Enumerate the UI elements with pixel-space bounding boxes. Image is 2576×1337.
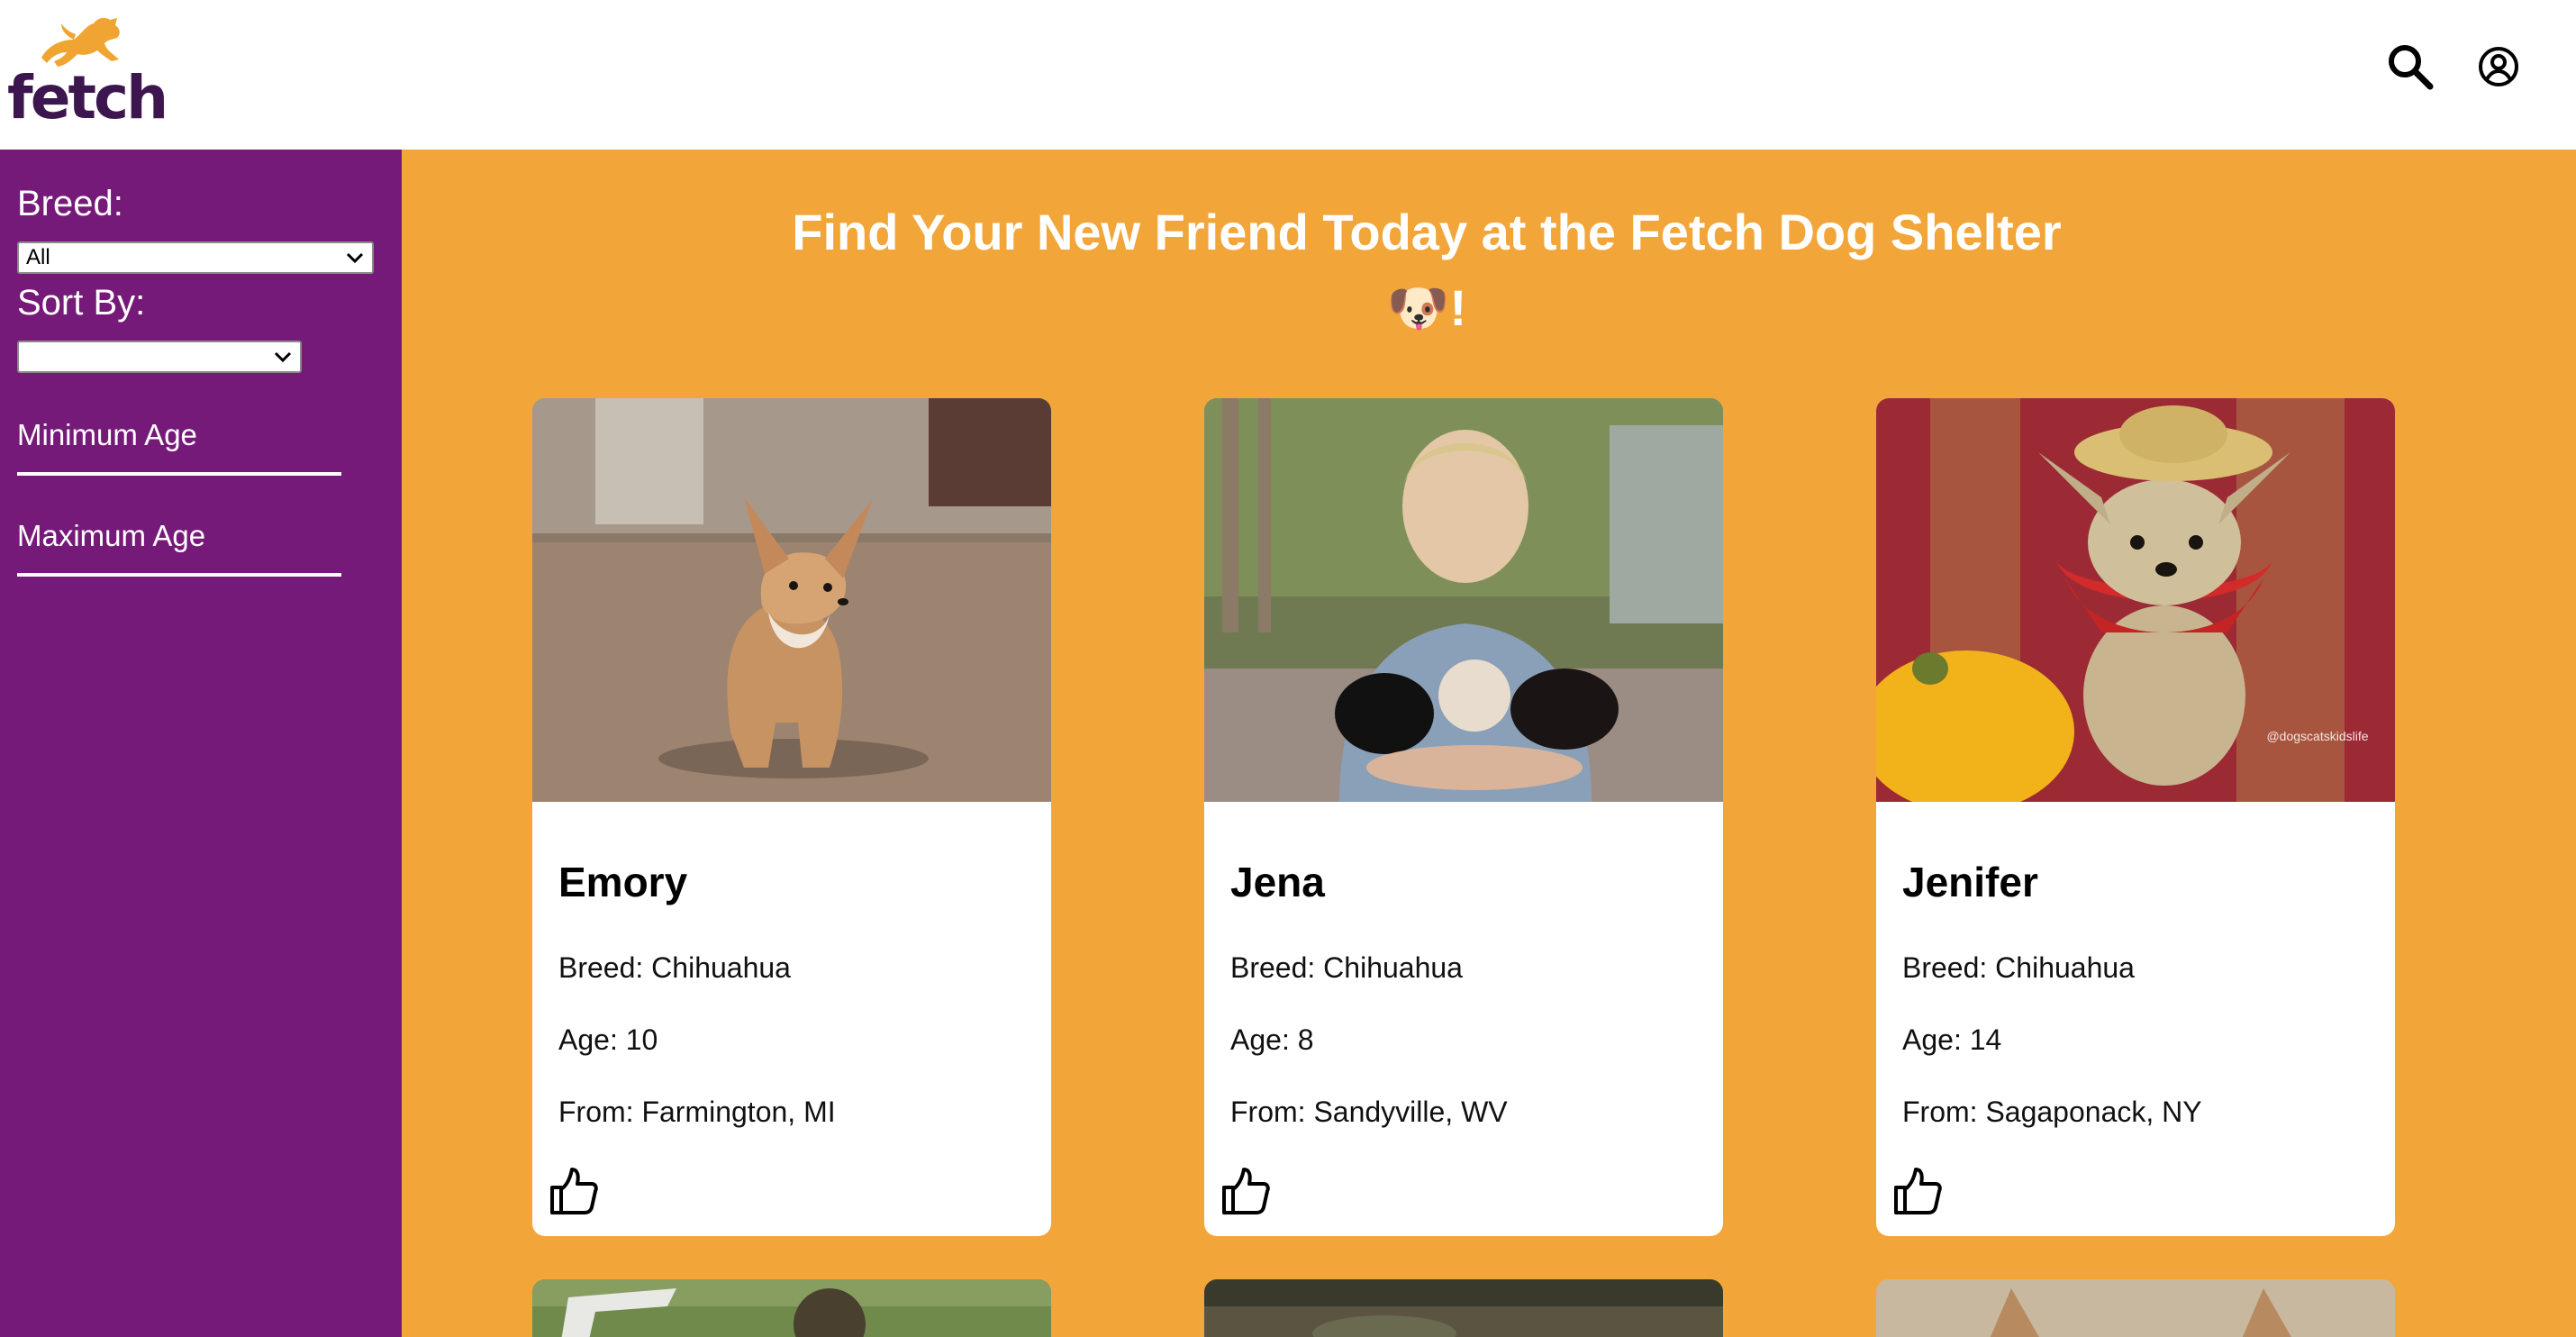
dog-name: Jenifer <box>1902 859 2038 905</box>
minimum-age-label: Minimum Age <box>17 418 197 451</box>
account-button[interactable] <box>2472 40 2526 94</box>
dog-age: Age: 14 <box>1902 1023 2002 1056</box>
dog-photo[interactable] <box>532 398 1051 802</box>
thumbs-up-icon[interactable] <box>545 1162 601 1218</box>
dog-location: From: Sagaponack, NY <box>1902 1096 2202 1128</box>
thumbs-up-icon[interactable] <box>1889 1162 1945 1218</box>
sort-by-label: Sort By: <box>17 283 146 323</box>
page-title-emoji: 🐶! <box>1386 279 1467 336</box>
photo-watermark: @dogscatskidslife <box>2266 729 2368 743</box>
dog-listing-main: Find Your New Friend Today at the Fetch … <box>402 150 2576 1337</box>
page-title: Find Your New Friend Today at the Fetch … <box>402 195 2452 346</box>
dog-breed: Breed: Chihuahua <box>1230 951 1463 984</box>
breed-select-value: All <box>26 245 50 269</box>
search-icon <box>2389 45 2434 90</box>
logo-wordmark: fetch <box>7 63 168 132</box>
dog-card-photo-partial[interactable] <box>1876 1279 2395 1337</box>
dog-age: Age: 10 <box>558 1023 658 1056</box>
dog-age: Age: 8 <box>1230 1023 1314 1056</box>
dog-breed: Breed: Chihuahua <box>1902 951 2135 984</box>
dog-photo[interactable] <box>1204 398 1723 802</box>
dog-name: Emory <box>558 859 688 905</box>
dog-location: From: Sandyville, WV <box>1230 1096 1508 1128</box>
sort-by-select[interactable] <box>17 341 302 373</box>
dog-location: From: Farmington, MI <box>558 1096 836 1128</box>
thumbs-up-icon[interactable] <box>1217 1162 1273 1218</box>
minimum-age-underline <box>17 472 341 476</box>
dog-card[interactable]: Emory Breed: Chihuahua Age: 10 From: Far… <box>532 398 1051 1236</box>
breed-label: Breed: <box>17 184 123 223</box>
dog-breed: Breed: Chihuahua <box>558 951 791 984</box>
maximum-age-underline <box>17 573 341 577</box>
dog-card[interactable]: Jena Breed: Chihuahua Age: 8 From: Sandy… <box>1204 398 1723 1236</box>
dog-card-photo-partial[interactable] <box>1204 1279 1723 1337</box>
breed-select[interactable]: All <box>17 241 374 274</box>
dog-photo[interactable]: @dogscatskidslife <box>1876 398 2395 802</box>
dog-card[interactable]: @dogscatskidslife Jenifer Breed: Chihuah… <box>1876 398 2395 1236</box>
dog-name: Jena <box>1230 859 1325 905</box>
page-title-text: Find Your New Friend Today at the Fetch … <box>792 204 2062 260</box>
chevron-down-icon <box>346 252 364 264</box>
fetch-logo[interactable]: fetch <box>5 9 168 135</box>
account-circle-icon <box>2479 47 2518 86</box>
maximum-age-label: Maximum Age <box>17 519 206 552</box>
dog-card-photo-partial[interactable] <box>532 1279 1051 1337</box>
filter-sidebar: Breed: All Sort By: Minimum Age Maximum … <box>0 150 402 1337</box>
top-header: fetch <box>0 0 2576 150</box>
search-button[interactable] <box>2383 40 2437 94</box>
chevron-down-icon <box>274 351 292 363</box>
